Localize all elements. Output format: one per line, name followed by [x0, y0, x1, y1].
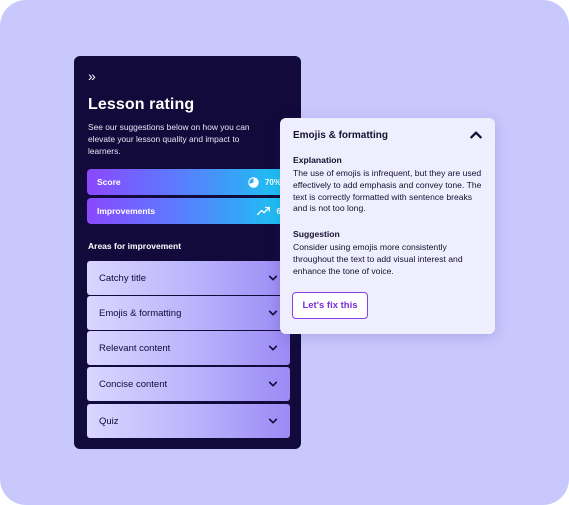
areas-heading: Areas for improvement [88, 241, 182, 251]
chevron-down-icon [268, 381, 278, 387]
score-label: Score [97, 177, 121, 187]
explanation-text: The use of emojis is infrequent, but the… [293, 168, 482, 214]
accordion-emojis-formatting[interactable]: Emojis & formatting [87, 296, 290, 330]
chevron-down-icon [268, 418, 278, 424]
accordion-relevant-content[interactable]: Relevant content [87, 331, 290, 365]
chevron-down-icon [268, 275, 278, 281]
explanation-heading: Explanation [293, 155, 342, 165]
lesson-rating-panel: » Lesson rating See our suggestions belo… [74, 56, 301, 449]
accordion-concise-content[interactable]: Concise content [87, 367, 290, 401]
background-card: » Lesson rating See our suggestions belo… [0, 0, 569, 505]
pie-chart-icon [248, 176, 259, 188]
improvements-bar: Improvements 6 [87, 198, 291, 224]
panel-title: Lesson rating [88, 96, 195, 113]
accordion-label: Relevant content [99, 342, 171, 354]
suggestion-heading: Suggestion [293, 229, 340, 239]
expand-panel-icon[interactable]: » [88, 68, 96, 84]
accordion-quiz[interactable]: Quiz [87, 404, 290, 438]
score-value: 70% [264, 177, 281, 187]
chevron-down-icon [268, 310, 278, 316]
chevron-up-icon[interactable] [469, 128, 483, 142]
score-bar: Score 70% [87, 169, 291, 195]
accordion-label: Quiz [99, 415, 119, 427]
accordion-catchy-title[interactable]: Catchy title [87, 261, 290, 295]
chevron-down-icon [268, 345, 278, 351]
emojis-formatting-detail-card: Emojis & formatting Explanation The use … [280, 118, 495, 334]
panel-subtitle: See our suggestions below on how you can… [88, 122, 250, 156]
accordion-label: Catchy title [99, 272, 146, 284]
accordion-label: Concise content [99, 378, 168, 390]
improvements-label: Improvements [97, 206, 156, 216]
detail-title: Emojis & formatting [293, 130, 389, 141]
lets-fix-this-button[interactable]: Let's fix this [292, 292, 368, 319]
suggestion-text: Consider using emojis more consistently … [293, 242, 463, 276]
accordion-label: Emojis & formatting [99, 307, 182, 319]
trending-up-icon [256, 206, 270, 216]
